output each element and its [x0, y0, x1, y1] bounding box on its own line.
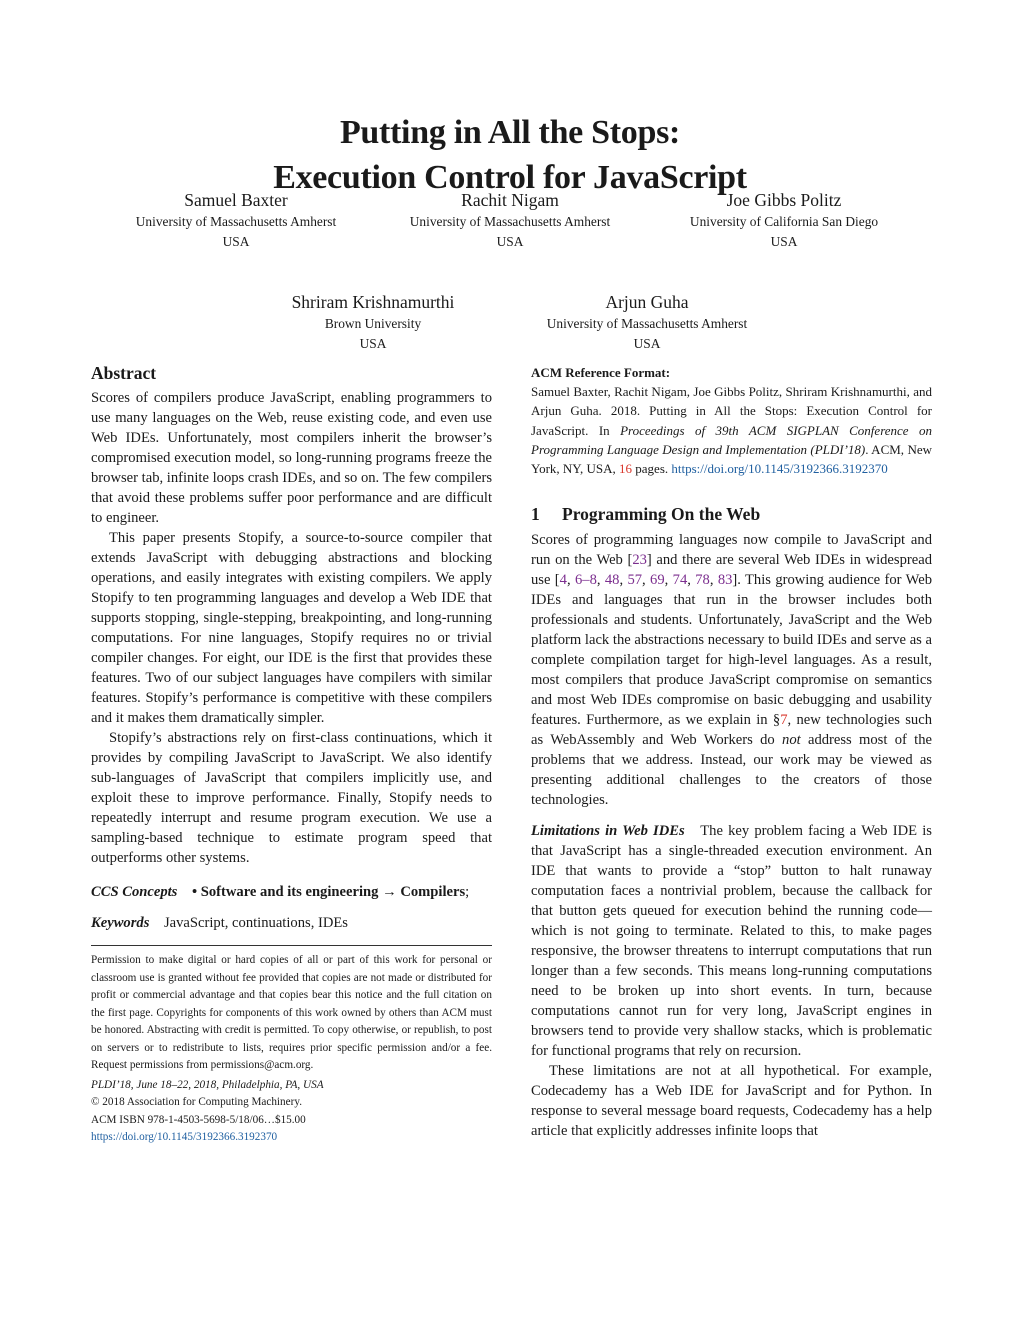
author-affiliation: Brown University [324, 316, 422, 331]
author-affiliation: University of Massachusetts Amherst [546, 316, 748, 331]
title-line-1: Putting in All the Stops: [339, 114, 681, 151]
keywords: Keywords JavaScript, continuations, IDEs [91, 913, 492, 933]
ccs-concepts: CCS Concepts • Software and its engineer… [91, 882, 492, 902]
section-paragraph: These limitations are not at all hypothe… [531, 1063, 932, 1140]
abstract-paragraph: Scores of compilers produce JavaScript, … [91, 390, 492, 526]
author-name: Rachit Nigam [461, 190, 559, 210]
copyright-line: © 2018 Association for Computing Machine… [91, 1096, 302, 1108]
author-country: USA [222, 233, 250, 249]
ccs-suffix: ; [465, 884, 470, 900]
author-country: USA [770, 233, 798, 249]
citation-link[interactable]: 4 [560, 572, 567, 588]
permission-notice: Permission to make digital or hard copie… [91, 954, 492, 1071]
emphasis: not [782, 732, 801, 749]
acm-reference-doi-link[interactable]: https://doi.org/10.1145/3192366.3192370 [671, 461, 887, 476]
citation-link[interactable]: 6–8 [575, 572, 597, 588]
pages-link[interactable]: 16 [619, 461, 632, 476]
author-block: Samuel Baxter University of Massachusett… [96, 188, 376, 251]
acm-reference-text: Samuel Baxter, Rachit Nigam, Joe Gibbs P… [531, 382, 932, 478]
citation-link[interactable]: 23 [632, 552, 647, 568]
section-heading: 1 Programming On the Web [531, 503, 932, 525]
author-country: USA [359, 335, 387, 351]
author-block: Arjun Guha University of Massachusetts A… [507, 290, 787, 353]
section-paragraph: Limitations in Web IDEs The key problem … [531, 821, 932, 1061]
right-column: ACM Reference Format: Samuel Baxter, Rac… [531, 364, 932, 1141]
doi-link[interactable]: https://doi.org/10.1145/3192366.3192370 [91, 1129, 492, 1147]
isbn-line: ACM ISBN 978-1-4503-5698-5/18/06…$15.00 [91, 1113, 306, 1126]
left-column: Abstract Scores of compilers produce Jav… [91, 362, 492, 1147]
acm-reference-pages-label: pages. [632, 461, 672, 477]
author-name: Arjun Guha [605, 292, 689, 312]
author-affiliation: University of Massachusetts Amherst [409, 214, 611, 229]
ccs-label: CCS Concepts [91, 884, 178, 900]
author-name: Samuel Baxter [184, 190, 288, 210]
author-name: Shriram Krishnamurthi [291, 292, 455, 312]
author-affiliation: University of Massachusetts Amherst [135, 214, 337, 229]
citation-link[interactable]: 57 [627, 572, 642, 588]
acm-reference-heading: ACM Reference Format: [531, 365, 671, 380]
citation-link[interactable]: 83 [718, 572, 733, 588]
text-run: ]. This growing audience for Web IDEs an… [531, 572, 932, 729]
author-name: Joe Gibbs Politz [726, 190, 842, 210]
abstract-heading: Abstract [91, 363, 157, 383]
author-block: Rachit Nigam University of Massachusetts… [370, 188, 650, 251]
ccs-concept: Software and its engineering → Compilers [200, 884, 466, 900]
footnote-divider [91, 945, 492, 946]
citation-link[interactable]: 69 [650, 572, 665, 588]
keywords-label: Keywords [91, 915, 150, 931]
keywords-value: JavaScript, continuations, IDEs [163, 915, 348, 931]
paper-title: Putting in All the Stops: Execution Cont… [0, 110, 1020, 200]
abstract-paragraph: This paper presents Stopify, a source-to… [91, 530, 492, 726]
ccs-bullet: • [191, 884, 198, 900]
citation-link[interactable]: 78 [695, 572, 710, 588]
author-block: Shriram Krishnamurthi Brown University U… [233, 290, 513, 353]
author-country: USA [633, 335, 661, 351]
section-title: Programming On the Web [562, 504, 761, 525]
venue-line: PLDI’18, June 18–22, 2018, Philadelphia,… [91, 1078, 324, 1091]
author-block: Joe Gibbs Politz University of Californi… [644, 188, 924, 251]
section-reference-link[interactable]: 7 [780, 712, 787, 728]
abstract-paragraph: Stopify’s abstractions rely on first-cla… [91, 730, 492, 866]
section-paragraph: Scores of programming languages now comp… [531, 532, 932, 809]
citation-link[interactable]: 48 [605, 572, 620, 588]
paragraph-heading: Limitations in Web IDEs [531, 823, 685, 840]
author-affiliation: University of California San Diego [689, 214, 879, 229]
author-country: USA [496, 233, 524, 249]
section-number: 1 [531, 504, 540, 525]
text-run: The key problem facing a Web IDE is that… [531, 823, 932, 1060]
citation-link[interactable]: 74 [673, 572, 688, 588]
